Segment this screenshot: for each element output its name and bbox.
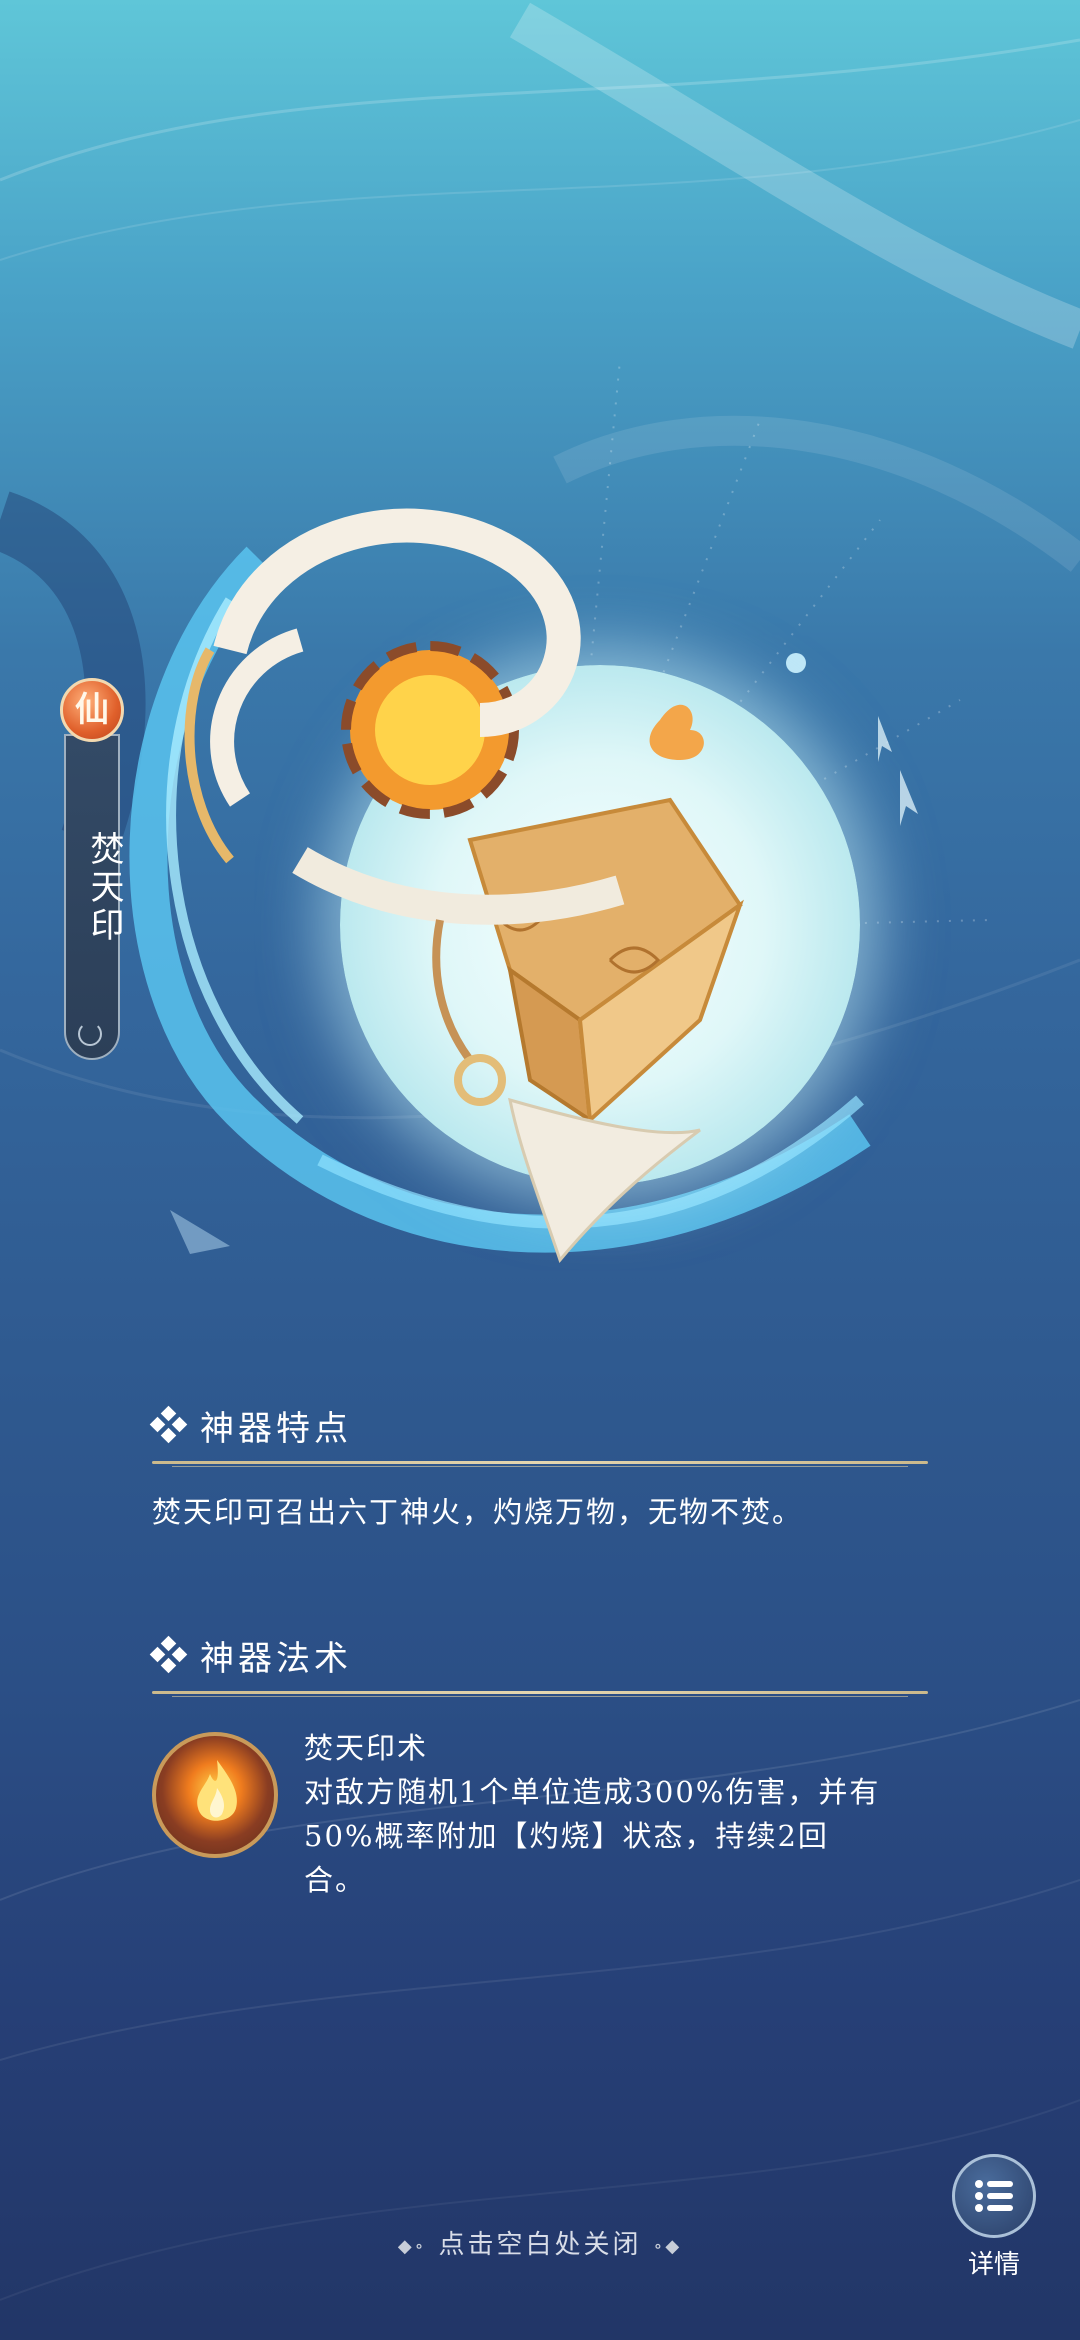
rank-badge: 仙	[60, 678, 124, 742]
close-hint[interactable]: ◆∘ 点击空白处关闭 ∘◆	[0, 2224, 1080, 2261]
features-description: 焚天印可召出六丁神火，灼烧万物，无物不焚。	[152, 1495, 804, 1529]
skill-description-line-1: 对敌方随机1个单位造成300%伤害，并有	[304, 1775, 881, 1809]
list-icon[interactable]	[952, 2154, 1036, 2238]
skill-description-line-2: 50%概率附加【灼烧】状态，持续2回	[304, 1819, 829, 1853]
features-divider	[152, 1458, 928, 1468]
diamond-bullet-icon	[149, 1635, 188, 1674]
features-section: 神器特点 焚天印可召出六丁神火，灼烧万物，无物不焚。	[149, 1400, 928, 1535]
skill-row: 焚天印术 对敌方随机1个单位造成300%伤害，并有 50%概率附加【灼烧】状态，…	[152, 1726, 928, 1902]
left-ornament-icon: ◆∘	[397, 2235, 427, 2257]
spell-section: 神器法术 焚天印术 对敌方随机1个单位造成300%伤害，并有 50%概率附加【灼…	[149, 1630, 928, 1902]
diamond-bullet-icon	[149, 1405, 188, 1444]
tab-ornament-icon	[78, 1022, 102, 1046]
features-header: 神器特点	[149, 1400, 928, 1450]
artifact-name-tab: 仙 焚天印	[58, 678, 126, 1063]
skill-description-line-3: 合。	[304, 1863, 367, 1897]
artifact-illustration	[140, 500, 900, 1320]
spell-header: 神器法术	[149, 1630, 928, 1680]
seal-artifact-image	[184, 508, 744, 1264]
details-label: 详情	[967, 2250, 1020, 2280]
skill-name: 焚天印术	[304, 1731, 429, 1765]
details-button[interactable]: 详情	[950, 2154, 1038, 2281]
close-hint-text: 点击空白处关闭	[438, 2230, 642, 2260]
spell-divider	[152, 1688, 928, 1698]
fire-orb-icon[interactable]	[152, 1732, 278, 1858]
artifact-name: 焚天印	[84, 831, 124, 945]
features-title: 神器特点	[200, 1408, 352, 1449]
right-ornament-icon: ∘◆	[653, 2235, 683, 2257]
skill-text: 焚天印术 对敌方随机1个单位造成300%伤害，并有 50%概率附加【灼烧】状态，…	[304, 1726, 928, 1902]
spell-title: 神器法术	[200, 1638, 352, 1679]
